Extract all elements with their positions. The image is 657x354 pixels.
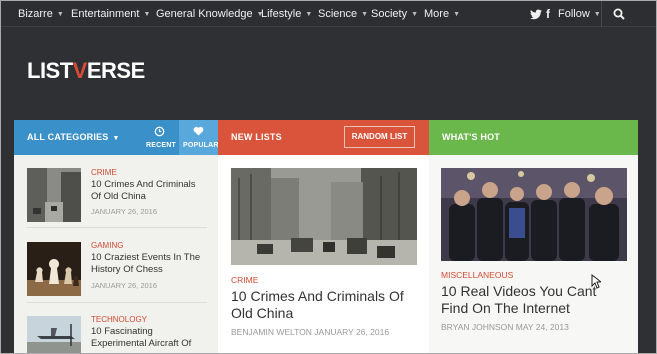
nav-item-label: Society — [371, 8, 408, 20]
list-item-title[interactable]: 10 Craziest Events In The — [91, 252, 200, 264]
list-item-title[interactable]: 10 Fascinating — [91, 326, 153, 338]
list-item-title[interactable]: Of Old China — [91, 191, 146, 203]
logo-text: ERSE — [86, 58, 145, 83]
nav-item-label: Science — [318, 8, 358, 20]
featured-image-old-china[interactable] — [231, 168, 417, 265]
search-icon — [613, 8, 625, 20]
whats-hot-column: MISCELLANEOUS 10 Real Videos You Cant Fi… — [429, 155, 638, 353]
thumbnail-chess[interactable] — [27, 242, 81, 296]
new-lists-column: CRIME 10 Crimes And Criminals Of Old Chi… — [218, 155, 429, 353]
category-label[interactable]: CRIME — [231, 275, 258, 285]
nav-item-label: Bizarre — [18, 8, 53, 20]
thumbnail-aircraft[interactable] — [27, 316, 81, 353]
logo-accent: V — [72, 58, 88, 83]
tab-recent-label: RECENT — [146, 142, 176, 149]
thumbnail-old-china[interactable] — [27, 168, 81, 222]
divider — [27, 227, 207, 228]
search-button[interactable] — [602, 1, 634, 27]
new-lists-label: NEW LISTS — [231, 132, 282, 142]
site-logo[interactable]: LISTVERSE — [27, 58, 145, 83]
featured-title[interactable]: Old China — [231, 305, 293, 322]
category-label[interactable]: TECHNOLOGY — [91, 315, 147, 324]
chevron-down-icon: ▼ — [305, 11, 313, 18]
nav-item-more[interactable]: More ▼ — [424, 1, 460, 27]
chevron-down-icon: ▼ — [143, 11, 151, 18]
nav-item-entertainment[interactable]: Entertainment ▼ — [71, 1, 150, 27]
browser-frame: Bizarre ▼ Entertainment ▼ General Knowledg… — [0, 0, 657, 354]
masthead: LISTVERSE — [1, 28, 656, 120]
new-lists-bar: NEW LISTS RANDOM LIST — [218, 120, 429, 155]
mouse-cursor-icon — [591, 274, 601, 289]
featured-image-group-photo[interactable] — [441, 168, 627, 261]
twitter-icon[interactable] — [530, 1, 542, 27]
top-nav: Bizarre ▼ Entertainment ▼ General Knowledg… — [1, 1, 656, 27]
category-label[interactable]: MISCELLANEOUS — [441, 270, 513, 280]
nav-item-society[interactable]: Society ▼ — [371, 1, 418, 27]
facebook-icon[interactable]: f — [546, 1, 550, 27]
nav-item-lifestyle[interactable]: Lifestyle ▼ — [261, 1, 312, 27]
category-label[interactable]: GAMING — [91, 241, 123, 250]
featured-title[interactable]: 10 Crimes And Criminals Of — [231, 288, 404, 305]
list-item-date: JANUARY 26, 2016 — [91, 207, 158, 216]
heart-icon — [193, 126, 204, 136]
tab-popular-label: POPULAR — [183, 142, 219, 149]
nav-item-science[interactable]: Science ▼ — [318, 1, 368, 27]
featured-meta: BENJAMIN WELTON JANUARY 26, 2016 — [231, 327, 390, 337]
featured-title[interactable]: Find On The Internet — [441, 300, 570, 317]
whats-hot-bar: WHAT'S HOT — [429, 120, 638, 155]
recent-list-column: CRIME 10 Crimes And Criminals Of Old Chi… — [14, 155, 218, 353]
divider — [27, 302, 207, 303]
chevron-down-icon: ▼ — [361, 11, 369, 18]
tab-recent[interactable]: RECENT — [142, 120, 179, 155]
list-item-date: JANUARY 26, 2016 — [91, 281, 158, 290]
nav-item-bizarre[interactable]: Bizarre ▼ — [18, 1, 64, 27]
chevron-down-icon: ▼ — [453, 11, 460, 18]
list-item-title[interactable]: 10 Crimes And Criminals — [91, 179, 196, 191]
random-list-label: RANDOM LIST — [351, 132, 408, 141]
chevron-down-icon: ▼ — [56, 11, 64, 18]
nav-item-general-knowledge[interactable]: General Knowledge ▼ — [156, 1, 264, 27]
chevron-down-icon: ▼ — [593, 11, 601, 18]
nav-item-label: More — [424, 8, 450, 20]
list-item-title[interactable]: History Of Chess — [91, 264, 163, 276]
nav-item-label: Entertainment — [71, 8, 140, 20]
all-categories-label: ALL CATEGORIES ▼ — [27, 132, 120, 142]
featured-title[interactable]: 10 Real Videos You Cant — [441, 283, 596, 300]
random-list-button[interactable]: RANDOM LIST — [344, 126, 415, 148]
featured-meta: BRYAN JOHNSON MAY 24, 2013 — [441, 322, 569, 332]
follow-button[interactable]: Follow ▼ — [558, 1, 601, 27]
list-item-title[interactable]: Experimental Aircraft Of — [91, 338, 191, 350]
nav-item-label: Lifestyle — [261, 8, 302, 20]
whats-hot-label: WHAT'S HOT — [442, 132, 500, 142]
clock-icon — [154, 126, 165, 137]
logo-text: LIST — [27, 58, 73, 83]
tab-popular[interactable]: POPULAR — [179, 120, 218, 155]
follow-label: Follow — [558, 8, 590, 20]
category-label[interactable]: CRIME — [91, 168, 117, 177]
nav-item-label: General Knowledge — [156, 8, 253, 20]
chevron-down-icon: ▼ — [411, 11, 419, 18]
